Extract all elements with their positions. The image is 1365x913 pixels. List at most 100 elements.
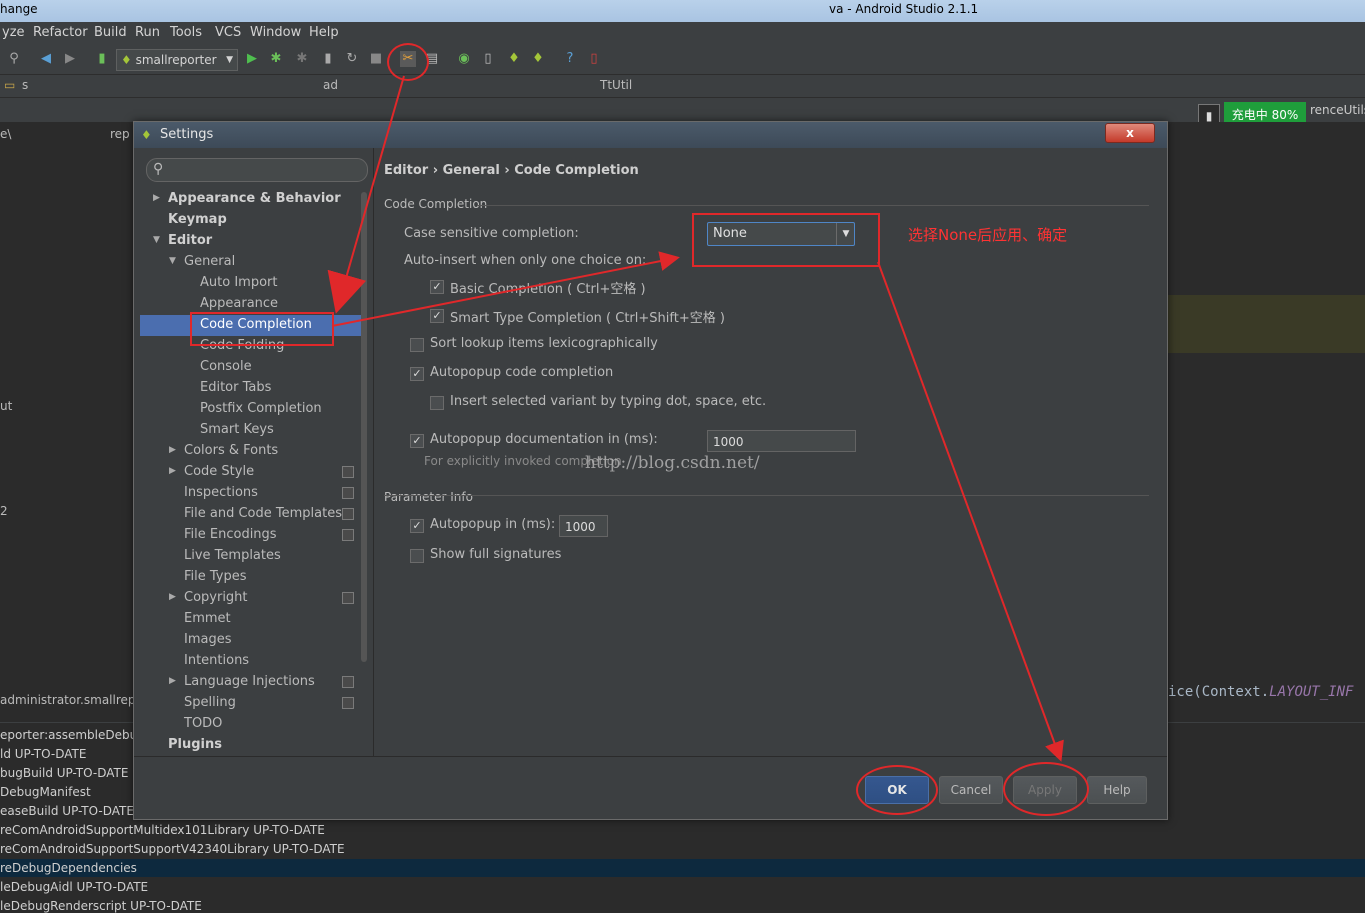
android-monitor-icon[interactable]: ♦: [530, 51, 546, 67]
tree-item-language-injections[interactable]: Language Injections: [184, 671, 315, 692]
run-icon[interactable]: ▶: [244, 51, 260, 67]
annotation-note: 选择None后应用、确定: [908, 226, 1068, 244]
annotation-circle-apply: [1003, 762, 1089, 816]
run-tests-icon[interactable]: ▮: [320, 51, 336, 67]
tree-item-postfix-completion[interactable]: Postfix Completion: [200, 398, 322, 419]
panel-splitter[interactable]: [373, 148, 374, 756]
navigation-bar: ▭ s ad TtUtil: [0, 75, 1365, 98]
tree-item-emmet[interactable]: Emmet: [184, 608, 231, 629]
cancel-button[interactable]: Cancel: [939, 776, 1003, 804]
collapse-arrow-icon[interactable]: ▶: [153, 188, 163, 209]
menu-run[interactable]: Run: [135, 25, 160, 40]
sync-gradle-icon[interactable]: ◉: [456, 51, 472, 67]
autopopup-doc-checkbox[interactable]: ✓: [410, 434, 424, 448]
code-editor[interactable]: [1166, 122, 1365, 722]
tree-item-editor-tabs[interactable]: Editor Tabs: [200, 377, 271, 398]
tree-item-appearance-behavior[interactable]: Appearance & Behavior: [168, 188, 341, 209]
project-settings-icon: [342, 508, 354, 520]
avd-manager-icon[interactable]: ▯: [480, 51, 496, 67]
menu-vcs[interactable]: VCS: [215, 25, 241, 40]
make-project-icon[interactable]: ▮: [94, 51, 110, 67]
help-button[interactable]: Help: [1087, 776, 1147, 804]
help-icon[interactable]: ?: [562, 51, 578, 67]
nav-crumb-1[interactable]: s: [22, 78, 28, 92]
tree-item-file-and-code-templates[interactable]: File and Code Templates: [184, 503, 342, 524]
nav-crumb-3[interactable]: TtUtil: [600, 78, 632, 92]
project-fragment-2: rep: [110, 127, 130, 141]
back-icon[interactable]: ◀: [38, 51, 54, 67]
full-signatures-checkbox[interactable]: [410, 549, 424, 563]
rerun-icon[interactable]: ↻: [344, 51, 360, 67]
menu-help[interactable]: Help: [309, 25, 339, 40]
dialog-title-bar[interactable]: ♦ Settings x: [134, 122, 1167, 148]
tree-item-general[interactable]: General: [184, 251, 235, 272]
smart-type-completion-label[interactable]: Smart Type Completion ( Ctrl+Shift+空格 ): [450, 307, 725, 326]
close-button[interactable]: x: [1105, 123, 1155, 143]
basic-completion-label[interactable]: Basic Completion ( Ctrl+空格 ): [450, 278, 646, 297]
full-signatures-label[interactable]: Show full signatures: [430, 547, 561, 562]
run-config-select[interactable]: ♦ smallreporter ▼: [116, 49, 238, 71]
autopopup-code-checkbox[interactable]: ✓: [410, 367, 424, 381]
stop-icon[interactable]: ■: [368, 51, 384, 67]
menu-analyze[interactable]: yze: [2, 25, 25, 40]
annotation-box-case-sensitive: [692, 213, 880, 267]
insert-selected-checkbox[interactable]: [430, 396, 444, 410]
basic-completion-checkbox[interactable]: ✓: [430, 280, 444, 294]
expand-arrow-icon[interactable]: ▼: [169, 251, 179, 272]
tree-item-colors-fonts[interactable]: Colors & Fonts: [184, 440, 278, 461]
menu-build[interactable]: Build: [94, 25, 127, 40]
autopopup-doc-label[interactable]: Autopopup documentation in (ms):: [430, 432, 658, 447]
annotation-box-code-completion: [190, 312, 334, 346]
attach-debugger-icon[interactable]: ✱: [294, 51, 310, 67]
section-divider: [384, 495, 1149, 496]
param-autopopup-label[interactable]: Autopopup in (ms):: [430, 517, 555, 532]
section-title-code-completion: Code Completion: [384, 197, 488, 211]
menu-bar: yze Refactor Build Run Tools VCS Window …: [0, 22, 1365, 44]
device-icon[interactable]: ▯: [586, 51, 602, 67]
forward-icon[interactable]: ▶: [62, 51, 78, 67]
tree-item-images[interactable]: Images: [184, 629, 232, 650]
collapse-arrow-icon[interactable]: ▶: [169, 587, 179, 608]
find-icon[interactable]: ⚲: [6, 51, 22, 67]
settings-search-input[interactable]: ⚲: [146, 158, 368, 182]
collapse-arrow-icon[interactable]: ▶: [169, 671, 179, 692]
tree-item-live-templates[interactable]: Live Templates: [184, 545, 281, 566]
debug-icon[interactable]: ✱: [268, 51, 284, 67]
tree-item-file-encodings[interactable]: File Encodings: [184, 524, 277, 545]
tree-item-auto-import[interactable]: Auto Import: [200, 272, 277, 293]
dialog-title: Settings: [160, 127, 214, 142]
param-autopopup-checkbox[interactable]: ✓: [410, 519, 424, 533]
autopopup-code-label[interactable]: Autopopup code completion: [430, 365, 613, 380]
sdk-manager-icon[interactable]: ♦: [506, 51, 522, 67]
sort-lookup-label[interactable]: Sort lookup items lexicographically: [430, 336, 658, 351]
editor-tab-fragment[interactable]: renceUtils: [1310, 103, 1365, 117]
tree-item-spelling[interactable]: Spelling: [184, 692, 236, 713]
tree-item-file-types[interactable]: File Types: [184, 566, 247, 587]
tree-item-keymap[interactable]: Keymap: [168, 209, 227, 230]
tree-item-plugins[interactable]: Plugins: [168, 734, 222, 755]
smart-type-completion-checkbox[interactable]: ✓: [430, 309, 444, 323]
autopopup-doc-input[interactable]: 1000: [707, 430, 856, 452]
code-line: ice(Context.LAYOUT_INF: [1168, 684, 1353, 700]
menu-window[interactable]: Window: [250, 25, 301, 40]
collapse-arrow-icon[interactable]: ▶: [169, 440, 179, 461]
tree-item-console[interactable]: Console: [200, 356, 252, 377]
tree-item-intentions[interactable]: Intentions: [184, 650, 249, 671]
collapse-arrow-icon[interactable]: ▶: [169, 461, 179, 482]
tree-item-copyright[interactable]: Copyright: [184, 587, 248, 608]
insert-selected-label[interactable]: Insert selected variant by typing dot, s…: [450, 394, 766, 409]
sort-lookup-checkbox[interactable]: [410, 338, 424, 352]
expand-arrow-icon[interactable]: ▼: [153, 230, 163, 251]
editor-tabs-bar: renceUtils: [0, 98, 1365, 122]
menu-tools[interactable]: Tools: [170, 25, 202, 40]
tree-item-code-style[interactable]: Code Style: [184, 461, 254, 482]
tree-item-inspections[interactable]: Inspections: [184, 482, 258, 503]
tree-item-appearance[interactable]: Appearance: [200, 293, 278, 314]
tree-item-smart-keys[interactable]: Smart Keys: [200, 419, 274, 440]
tree-item-editor[interactable]: Editor: [168, 230, 212, 251]
menu-refactor[interactable]: Refactor: [33, 25, 88, 40]
tree-item-todo[interactable]: TODO: [184, 713, 222, 734]
nav-crumb-2[interactable]: ad: [323, 78, 338, 92]
build-line: reDebugDependencies: [0, 861, 137, 875]
param-autopopup-input[interactable]: 1000: [559, 515, 608, 537]
